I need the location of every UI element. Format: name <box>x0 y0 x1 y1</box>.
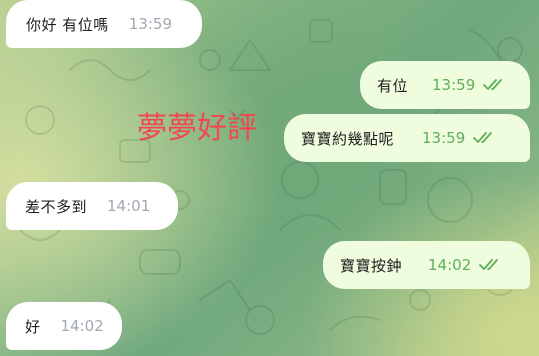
double-check-icon <box>479 259 499 270</box>
message-time: 13:59 <box>128 15 173 33</box>
message-time: 13:59 <box>422 129 466 147</box>
message-text: 好 <box>25 317 41 336</box>
chat-window: 你好 有位嗎 13:59 有位 13:59 寶寶約幾點呢 13:59 差不多到 … <box>0 0 539 356</box>
message-time: 14:02 <box>428 256 472 274</box>
message-bubble-incoming[interactable]: 你好 有位嗎 13:59 <box>6 0 202 48</box>
message-time: 14:01 <box>107 197 151 215</box>
message-text: 寶寶約幾點呢 <box>301 129 395 148</box>
message-bubble-incoming[interactable]: 差不多到 14:01 <box>6 182 178 230</box>
double-check-icon <box>483 79 503 90</box>
message-bubble-outgoing[interactable]: 寶寶約幾點呢 13:59 <box>284 114 530 162</box>
overlay-caption: 夢夢好評 <box>137 111 257 146</box>
double-check-icon <box>473 132 493 143</box>
message-text: 差不多到 <box>25 197 88 216</box>
message-text: 寶寶按鈡 <box>340 256 403 275</box>
message-time: 13:59 <box>432 76 476 94</box>
message-time: 14:02 <box>60 317 104 335</box>
message-text: 有位 <box>377 76 409 95</box>
message-bubble-incoming[interactable]: 好 14:02 <box>6 302 122 350</box>
message-bubble-outgoing[interactable]: 寶寶按鈡 14:02 <box>323 241 530 289</box>
message-bubble-outgoing[interactable]: 有位 13:59 <box>360 61 530 109</box>
message-text: 你好 有位嗎 <box>26 15 109 34</box>
